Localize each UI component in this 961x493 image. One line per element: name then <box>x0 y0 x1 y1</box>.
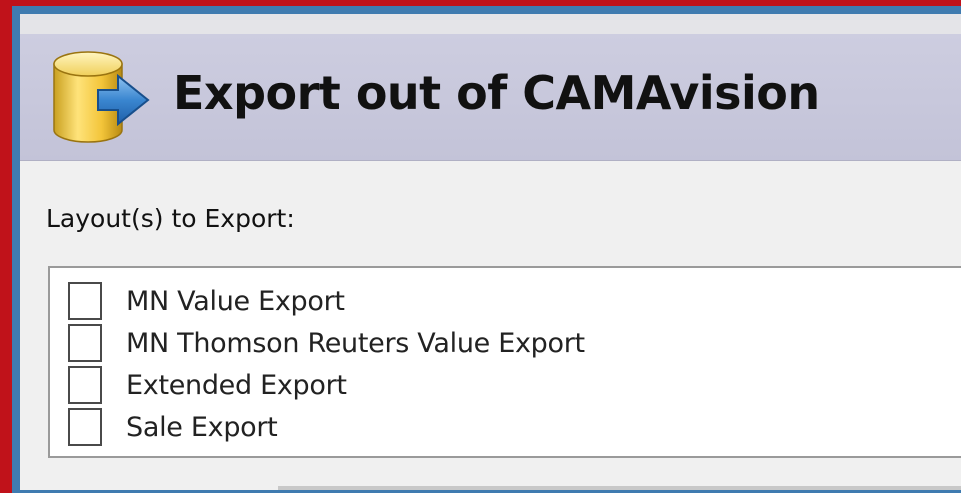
list-item[interactable]: Extended Export <box>68 364 347 406</box>
title-strip <box>20 14 961 34</box>
dialog-header: Export out of CAMAvision <box>20 34 961 161</box>
page-title: Export out of CAMAvision <box>173 66 820 120</box>
list-item-label: MN Thomson Reuters Value Export <box>126 327 585 359</box>
checkbox[interactable] <box>68 324 102 362</box>
layouts-label: Layout(s) to Export: <box>46 204 295 233</box>
layouts-checklist[interactable]: MN Value Export MN Thomson Reuters Value… <box>48 266 961 458</box>
divider <box>278 486 961 490</box>
list-item[interactable]: MN Value Export <box>68 280 345 322</box>
export-dialog: Export out of CAMAvision Layout(s) to Ex… <box>20 14 961 490</box>
checkbox[interactable] <box>68 282 102 320</box>
list-item-label: Extended Export <box>126 369 347 401</box>
list-item-label: MN Value Export <box>126 285 345 317</box>
list-item-label: Sale Export <box>126 411 278 443</box>
database-export-icon <box>53 51 150 143</box>
list-item[interactable]: MN Thomson Reuters Value Export <box>68 322 585 364</box>
checkbox[interactable] <box>68 408 102 446</box>
list-item[interactable]: Sale Export <box>68 406 278 448</box>
checkbox[interactable] <box>68 366 102 404</box>
